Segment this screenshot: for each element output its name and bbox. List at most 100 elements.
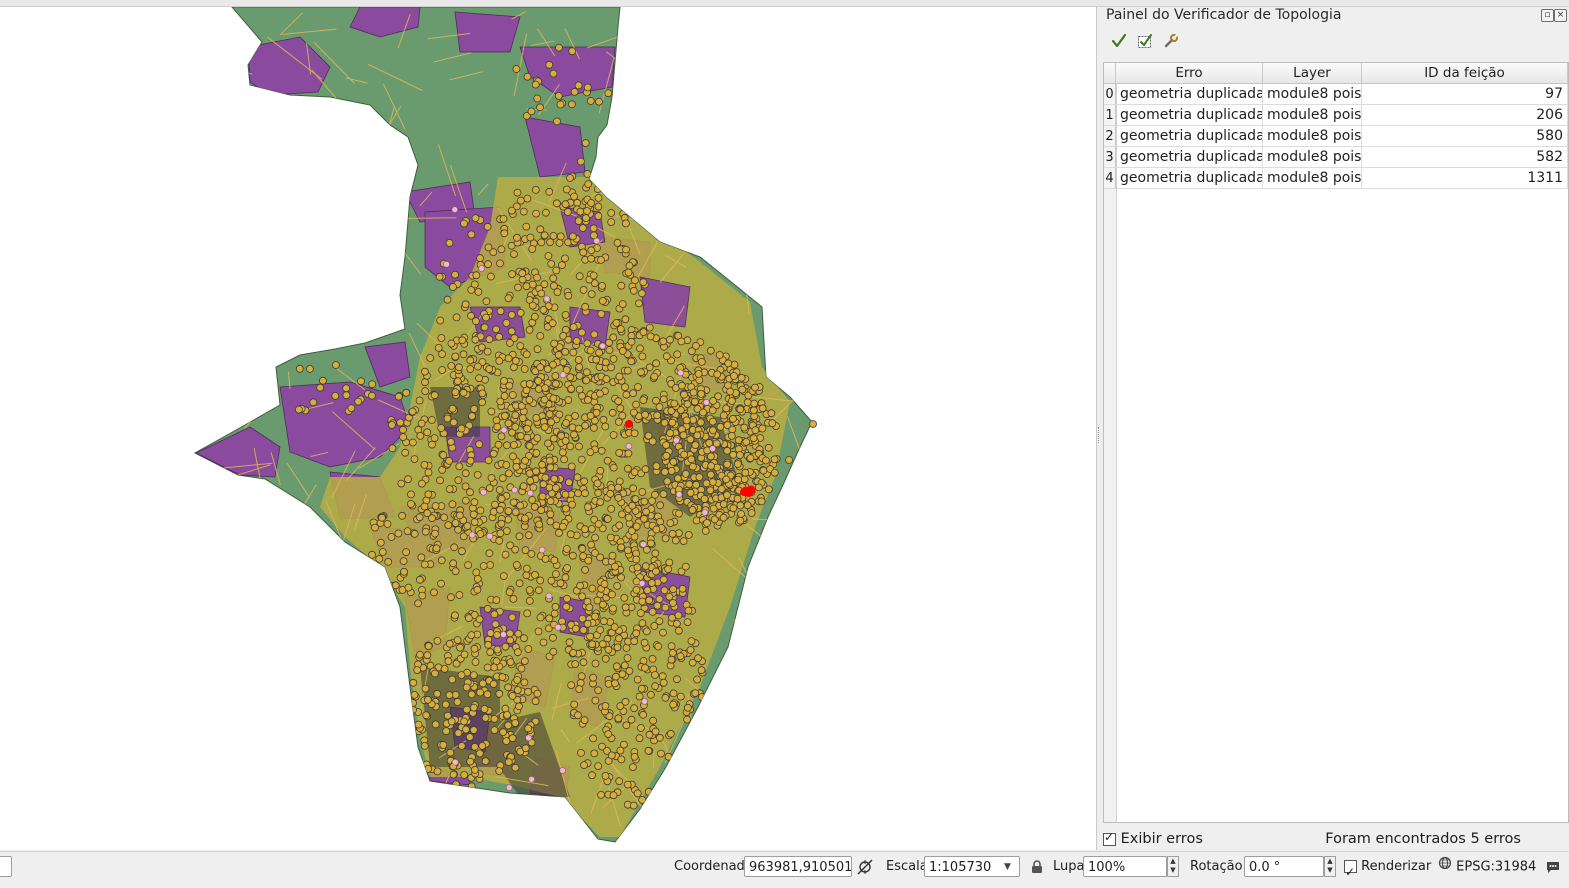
poi-point [444,261,450,267]
checkbox-checked-icon[interactable] [1103,833,1116,846]
column-header-feature-id[interactable]: ID da feição [1362,63,1568,83]
row-index[interactable]: 4 [1104,168,1116,189]
poi-point [674,351,681,358]
column-header-layer[interactable]: Layer [1263,63,1362,83]
poi-point [682,563,689,570]
table-row[interactable]: 1geometria duplicadamodule8 pois206 [1104,105,1568,126]
poi-point [421,742,428,749]
checkbox-checked-icon[interactable] [1344,860,1357,873]
poi-point [669,419,676,426]
poi-point [468,691,475,698]
magnifier-spinbox[interactable]: 100% [1083,856,1167,877]
validate-all-icon[interactable] [1108,31,1130,51]
show-errors-checkbox[interactable]: Exibir erros [1103,831,1203,847]
poi-point [567,374,574,381]
table-row[interactable]: 0geometria duplicadamodule8 pois97 [1104,84,1568,105]
rotation-spinbox[interactable]: 0.0 ° [1244,856,1324,877]
poi-point [410,700,417,707]
poi-point [506,382,513,389]
poi-point [538,239,545,246]
feature-id-cell[interactable]: 206 [1362,105,1568,126]
lock-scale-icon[interactable] [1031,852,1045,882]
crs-label: EPSG:31984 [1456,860,1536,875]
close-panel-icon[interactable]: × [1554,9,1567,22]
poi-point [517,502,524,509]
poi-point [563,603,570,610]
poi-point [555,92,562,99]
feature-id-cell[interactable]: 1311 [1362,168,1568,189]
poi-point [456,512,463,519]
poi-point [526,587,533,594]
error-marker[interactable] [740,488,748,496]
error-cell[interactable]: geometria duplicada [1116,126,1263,147]
poi-point [669,650,676,657]
feature-id-cell[interactable]: 580 [1362,126,1568,147]
float-panel-icon[interactable]: ▫ [1541,9,1554,22]
magnifier-stepper[interactable]: ▲▼ [1167,856,1179,877]
poi-point [642,466,649,473]
poi-point [574,199,581,206]
poi-point [484,223,491,230]
poi-point [562,574,569,581]
row-index[interactable]: 0 [1104,84,1116,105]
poi-point [609,552,616,559]
poi-point [474,575,481,582]
poi-point [532,698,539,705]
poi-point [670,600,677,607]
error-cell[interactable]: geometria duplicada [1116,147,1263,168]
crs-button[interactable]: EPSG:31984 [1438,852,1536,882]
validate-extent-icon[interactable] [1134,31,1156,51]
layer-cell[interactable]: module8 pois [1263,84,1362,105]
poi-point [423,712,430,719]
layer-cell[interactable]: module8 pois [1263,105,1362,126]
configure-rules-icon[interactable] [1160,31,1182,51]
poi-point [593,356,600,363]
poi-point [730,505,737,512]
layer-cell[interactable]: module8 pois [1263,126,1362,147]
column-header-erro[interactable]: Erro [1116,63,1263,83]
row-index[interactable]: 2 [1104,126,1116,147]
error-cell[interactable]: geometria duplicada [1116,168,1263,189]
poi-point [526,380,533,387]
poi-point [524,434,531,441]
table-row[interactable]: 4geometria duplicadamodule8 pois1311 [1104,168,1568,189]
poi-point [607,534,614,541]
rotation-stepper[interactable]: ▲▼ [1324,856,1336,877]
poi-point [528,108,535,115]
error-cell[interactable]: geometria duplicada [1116,105,1263,126]
coordinate-field[interactable]: 963981,9105018 [744,856,852,877]
toggle-extents-icon[interactable] [856,852,874,882]
error-cell[interactable]: geometria duplicada [1116,84,1263,105]
poi-point [584,396,591,403]
poi-point [429,441,436,448]
poi-point [648,580,655,587]
poi-point [524,195,531,202]
poi-point [684,401,691,408]
messages-icon[interactable] [1545,852,1561,882]
layer-cell[interactable]: module8 pois [1263,147,1362,168]
poi-point [537,226,544,233]
poi-point [707,347,714,354]
chevron-down-icon[interactable]: ▼ [1004,852,1011,882]
poi-point [447,438,454,445]
feature-id-cell[interactable]: 582 [1362,147,1568,168]
poi-point [498,433,505,440]
poi-point [509,692,516,699]
poi-point [630,287,637,294]
locator-input[interactable] [0,856,12,877]
table-row[interactable]: 2geometria duplicadamodule8 pois580 [1104,126,1568,147]
poi-point [599,282,606,289]
map-canvas[interactable] [0,7,1097,850]
layer-cell[interactable]: module8 pois [1263,168,1362,189]
row-index[interactable]: 3 [1104,147,1116,168]
error-marker[interactable] [625,420,633,428]
table-row[interactable]: 3geometria duplicadamodule8 pois582 [1104,147,1568,168]
poi-point [587,347,594,354]
feature-id-cell[interactable]: 97 [1362,84,1568,105]
poi-point [541,396,548,403]
row-index[interactable]: 1 [1104,105,1116,126]
render-checkbox[interactable]: Renderizar [1344,852,1431,882]
poi-point [494,646,501,653]
poi-point [569,501,576,508]
poi-point [523,565,530,572]
